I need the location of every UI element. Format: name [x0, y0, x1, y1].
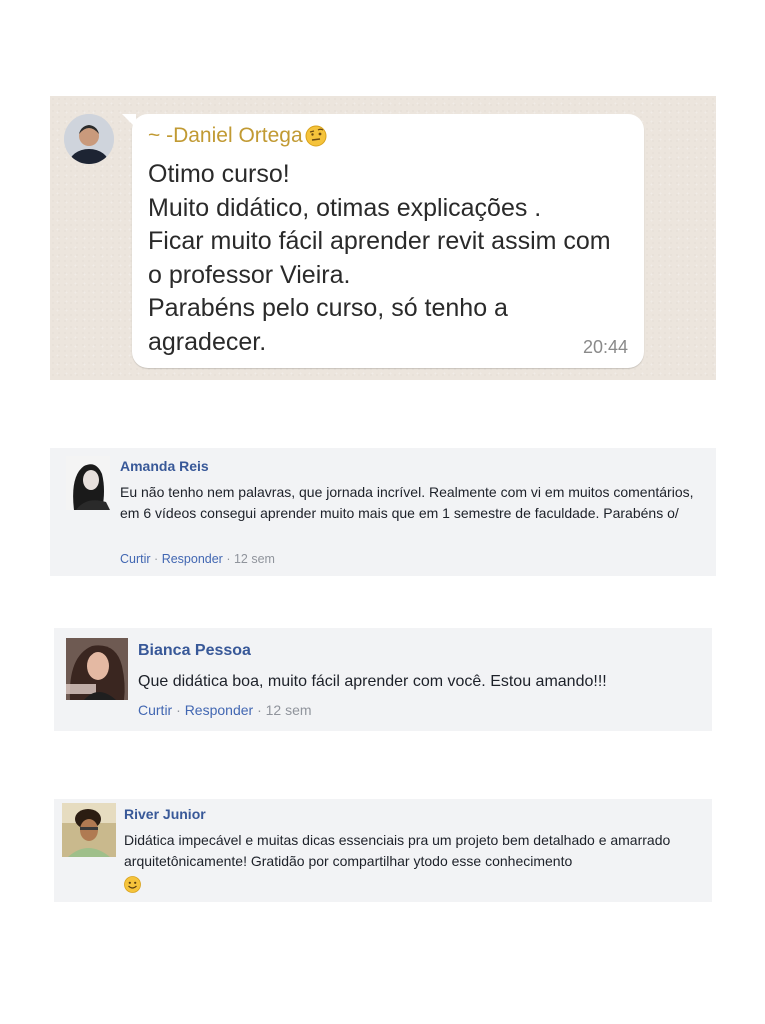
separator: · — [154, 552, 162, 566]
comment-actions: Curtir · Responder · 12 sem — [138, 702, 312, 718]
comment-card: Bianca Pessoa Que didática boa, muito fá… — [54, 628, 712, 731]
smile-emoji-icon — [124, 876, 141, 893]
avatar[interactable] — [66, 638, 128, 700]
like-link[interactable]: Curtir — [138, 702, 172, 718]
separator: · — [176, 702, 185, 718]
separator: · — [257, 702, 266, 718]
commenter-name[interactable]: Amanda Reis — [120, 458, 209, 474]
commenter-name[interactable]: Bianca Pessoa — [138, 642, 251, 660]
person-avatar-icon — [66, 456, 110, 510]
comment-body: Didática impecável e muitas dicas essenc… — [124, 832, 671, 869]
sender-name: ~ -Daniel Ortega — [148, 124, 327, 148]
person-avatar-icon — [62, 803, 116, 857]
raised-eyebrow-emoji-icon — [305, 125, 327, 147]
bubble-tail — [122, 114, 136, 128]
person-avatar-icon — [64, 114, 114, 164]
person-avatar-icon — [66, 638, 128, 700]
comment-text: Eu não tenho nem palavras, que jornada i… — [120, 484, 694, 521]
comment-time[interactable]: 12 sem — [266, 702, 312, 718]
reply-link[interactable]: Responder — [162, 552, 223, 566]
whatsapp-testimonial: ~ -Daniel Ortega Otimo curso! Muito didá… — [50, 96, 716, 380]
message-text: Otimo curso! Muito didático, otimas expl… — [148, 160, 611, 356]
comment-text: Didática impecável e muitas dicas essenc… — [124, 830, 704, 896]
like-link[interactable]: Curtir — [120, 552, 151, 566]
avatar[interactable] — [64, 114, 114, 164]
reply-link[interactable]: Responder — [185, 702, 254, 718]
separator: · — [226, 552, 234, 566]
avatar[interactable] — [62, 803, 116, 857]
commenter-name[interactable]: River Junior — [124, 806, 206, 822]
comment-text: Que didática boa, muito fácil aprender c… — [138, 673, 607, 690]
message-time: 20:44 — [582, 337, 628, 357]
comment-actions: Curtir · Responder · 12 sem — [120, 552, 275, 566]
comment-card: Amanda Reis Eu não tenho nem palavras, q… — [50, 448, 716, 576]
avatar[interactable] — [66, 456, 110, 510]
comment-time[interactable]: 12 sem — [234, 552, 275, 566]
message-bubble: ~ -Daniel Ortega Otimo curso! Muito didá… — [122, 114, 644, 368]
comment-card: River Junior Didática impecável e muitas… — [54, 799, 712, 902]
